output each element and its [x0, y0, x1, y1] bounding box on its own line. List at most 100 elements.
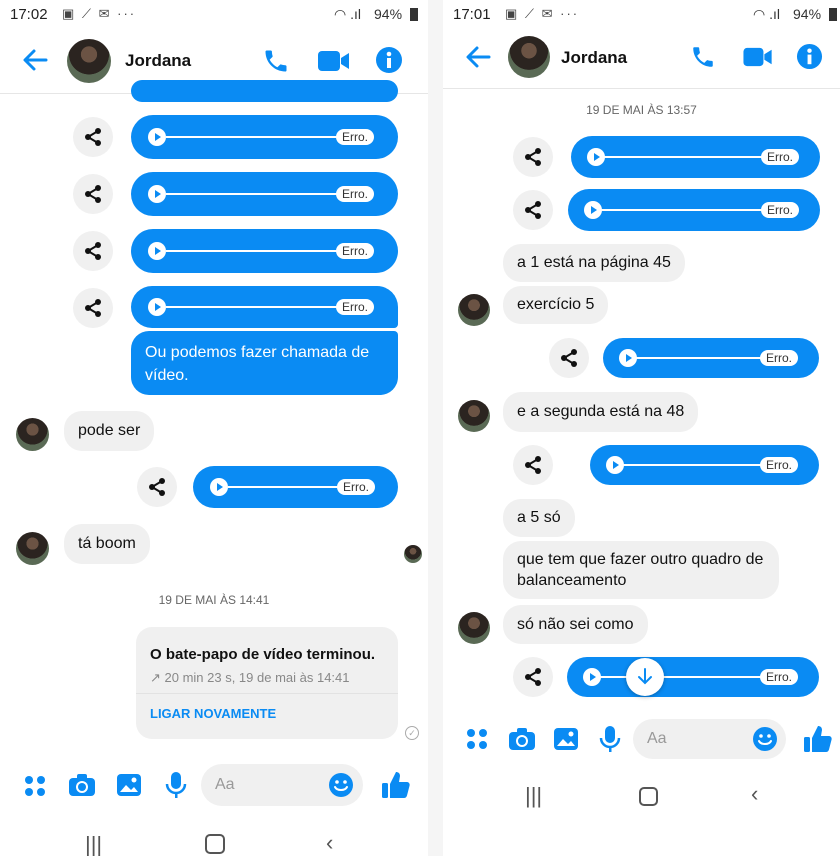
message-bubble-in[interactable]: tá boom — [64, 524, 150, 564]
play-icon[interactable] — [148, 185, 166, 203]
back-arrow-icon[interactable] — [22, 48, 48, 72]
like-icon[interactable] — [803, 724, 833, 759]
back-nav-icon[interactable]: ‹ — [751, 781, 758, 807]
play-icon[interactable] — [619, 349, 637, 367]
audio-message[interactable]: Erro. — [568, 189, 820, 231]
avatar[interactable] — [16, 418, 49, 451]
back-nav-icon[interactable]: ‹ — [326, 830, 333, 856]
play-icon[interactable] — [148, 242, 166, 260]
video-icon[interactable] — [318, 50, 350, 72]
share-icon — [525, 148, 541, 166]
battery-icon — [410, 8, 418, 21]
avatar[interactable] — [16, 532, 49, 565]
share-button[interactable] — [513, 657, 553, 697]
play-icon[interactable] — [210, 478, 228, 496]
avatar[interactable] — [458, 400, 490, 432]
message-bubble-in[interactable]: e a segunda está na 48 — [503, 392, 699, 432]
scroll-down-button[interactable] — [626, 658, 664, 696]
phone-icon[interactable] — [690, 44, 716, 70]
header-divider — [443, 88, 840, 89]
message-bubble-in[interactable]: exercício 5 — [503, 286, 609, 324]
mic-icon[interactable] — [165, 771, 187, 804]
emoji-icon[interactable] — [328, 772, 354, 798]
error-badge: Erro. — [336, 243, 375, 259]
status-time: 17:01 — [453, 6, 491, 23]
recents-nav-icon[interactable]: ||| — [85, 832, 102, 856]
share-icon — [85, 299, 101, 317]
phone-icon[interactable] — [262, 47, 290, 75]
video-call-card: O bate-papo de vídeo terminou. ↗ 20 min … — [136, 627, 398, 739]
error-badge: Erro. — [761, 149, 800, 165]
video-icon[interactable] — [743, 47, 773, 67]
share-button[interactable] — [513, 137, 553, 177]
share-icon — [525, 201, 541, 219]
play-icon[interactable] — [148, 128, 166, 146]
info-icon[interactable] — [375, 46, 403, 74]
play-icon[interactable] — [587, 148, 605, 166]
like-icon[interactable] — [381, 770, 411, 805]
share-button[interactable] — [137, 467, 177, 507]
avatar[interactable] — [458, 612, 490, 644]
message-bubble-in[interactable]: só não sei como — [503, 605, 648, 644]
play-icon[interactable] — [606, 456, 624, 474]
status-battery: 94% — [793, 6, 822, 22]
gallery-icon[interactable] — [553, 727, 579, 756]
message-input[interactable]: Aa — [201, 764, 363, 806]
error-badge: Erro. — [336, 299, 375, 315]
avatar[interactable] — [458, 294, 490, 326]
info-icon[interactable] — [796, 43, 823, 70]
audio-message[interactable]: Erro. — [131, 229, 398, 273]
status-battery: 94% — [374, 6, 403, 22]
recents-nav-icon[interactable]: ||| — [525, 783, 542, 809]
share-button[interactable] — [73, 174, 113, 214]
share-button[interactable] — [549, 338, 589, 378]
audio-message[interactable]: Erro. — [571, 136, 820, 178]
apps-icon[interactable] — [24, 775, 46, 802]
share-button[interactable] — [513, 445, 553, 485]
share-button[interactable] — [73, 288, 113, 328]
share-icon — [85, 128, 101, 146]
audio-message[interactable] — [131, 80, 398, 102]
avatar[interactable] — [67, 39, 111, 83]
home-nav-icon[interactable] — [205, 834, 225, 854]
status-signal-icons: ◠ .ıl — [753, 6, 780, 22]
share-button[interactable] — [513, 190, 553, 230]
share-button[interactable] — [73, 117, 113, 157]
audio-message[interactable]: Erro. — [603, 338, 819, 378]
message-input[interactable]: Aa — [633, 719, 786, 759]
mic-icon[interactable] — [599, 725, 621, 758]
audio-message[interactable]: Erro. — [590, 445, 819, 485]
message-bubble-in[interactable]: pode ser — [64, 411, 155, 451]
audio-message[interactable]: Erro. — [567, 657, 819, 697]
audio-message[interactable]: Erro. — [131, 115, 398, 159]
error-badge: Erro. — [760, 350, 799, 366]
message-bubble-in[interactable]: que tem que fazer outro quadro de balanc… — [503, 541, 779, 599]
message-bubble-in[interactable]: a 5 só — [503, 499, 575, 537]
sent-check-icon: ✓ — [405, 726, 419, 740]
audio-message[interactable]: Erro. — [131, 286, 398, 328]
contact-name[interactable]: Jordana — [561, 48, 627, 68]
back-arrow-icon[interactable] — [465, 45, 491, 69]
home-nav-icon[interactable] — [639, 787, 658, 806]
share-button[interactable] — [73, 231, 113, 271]
error-badge: Erro. — [760, 457, 799, 473]
avatar[interactable] — [508, 36, 550, 78]
audio-message[interactable]: Erro. — [193, 466, 398, 508]
play-icon[interactable] — [583, 668, 601, 686]
right-screen: 17:01 ▣ ⟋ ✉ ··· ◠ .ıl 94% Jordana 19 DE … — [443, 0, 840, 856]
share-icon — [149, 478, 165, 496]
emoji-icon[interactable] — [752, 726, 778, 752]
contact-name[interactable]: Jordana — [125, 51, 191, 71]
share-icon — [561, 349, 577, 367]
camera-icon[interactable] — [68, 773, 96, 802]
message-bubble-out[interactable]: Ou podemos fazer chamada de vídeo. — [131, 331, 398, 395]
gallery-icon[interactable] — [116, 773, 142, 802]
error-badge: Erro. — [760, 669, 799, 685]
play-icon[interactable] — [584, 201, 602, 219]
camera-icon[interactable] — [508, 727, 536, 756]
message-bubble-in[interactable]: a 1 está na página 45 — [503, 244, 685, 282]
audio-message[interactable]: Erro. — [131, 172, 398, 216]
call-again-button[interactable]: LIGAR NOVAMENTE — [150, 706, 276, 721]
apps-icon[interactable] — [466, 728, 488, 755]
play-icon[interactable] — [148, 298, 166, 316]
